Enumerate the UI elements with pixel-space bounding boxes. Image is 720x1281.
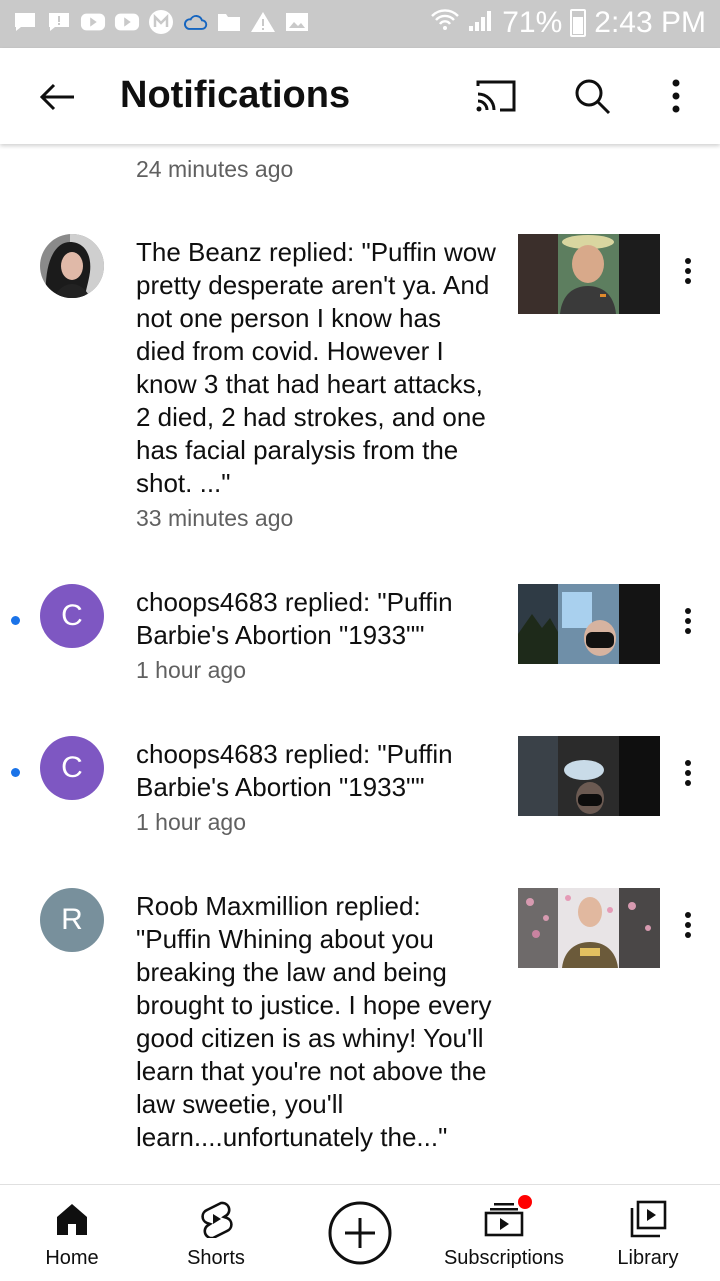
avatar-letter: C — [61, 599, 83, 632]
video-thumbnail[interactable] — [518, 234, 660, 314]
avatar-letter: C — [61, 751, 83, 784]
unread-indicator — [11, 768, 20, 777]
notification-item[interactable]: R Roob Maxmillion replied: "Puffin Whini… — [0, 886, 720, 1184]
notification-item[interactable]: C choops4683 replied: "Puffin Barbie's A… — [0, 582, 720, 702]
more-options-icon[interactable] — [668, 246, 708, 296]
back-arrow-icon[interactable] — [30, 70, 84, 124]
m-icon — [148, 10, 174, 34]
video-thumbnail[interactable] — [518, 584, 660, 664]
cloud-icon — [182, 10, 208, 34]
avatar[interactable] — [40, 234, 104, 298]
nav-library[interactable]: Library — [598, 1185, 698, 1281]
more-vertical-icon[interactable] — [652, 72, 700, 120]
notification-item[interactable]: The Beanz replied: "Puffin wow pretty de… — [0, 232, 720, 562]
alert-chat-icon — [46, 10, 72, 34]
image-icon — [284, 10, 310, 34]
avatar[interactable]: C — [40, 584, 104, 648]
add-icon — [327, 1199, 393, 1267]
video-thumbnail[interactable] — [518, 888, 660, 968]
avatar[interactable]: R — [40, 888, 104, 952]
status-right: 71% 2:43 PM — [430, 6, 706, 40]
more-options-icon[interactable] — [668, 748, 708, 798]
wifi-icon — [430, 6, 460, 40]
nav-home[interactable]: Home — [22, 1185, 122, 1281]
avatar[interactable]: C — [40, 736, 104, 800]
page-title: Notifications — [120, 74, 351, 116]
nav-shorts[interactable]: Shorts — [166, 1185, 266, 1281]
shorts-icon — [199, 1199, 233, 1239]
nav-subscriptions[interactable]: Subscriptions — [434, 1185, 574, 1281]
youtube-icon — [80, 10, 106, 34]
warning-icon — [250, 10, 276, 34]
notification-message: choops4683 replied: "Puffin Barbie's Abo… — [136, 587, 453, 650]
cast-icon[interactable] — [472, 72, 520, 120]
notification-time: 24 minutes ago — [136, 156, 294, 182]
more-options-icon[interactable] — [668, 596, 708, 646]
library-icon — [629, 1199, 667, 1239]
bottom-navigation: Home Shorts Subscriptions Library — [0, 1184, 720, 1281]
nav-label-shorts: Shorts — [187, 1247, 245, 1269]
notification-message: Roob Maxmillion replied: "Puffin Whining… — [136, 891, 492, 1152]
nav-label-library: Library — [617, 1247, 679, 1269]
notification-time: 33 minutes ago — [136, 505, 294, 531]
notification-text: The Beanz replied: "Puffin wow pretty de… — [136, 236, 496, 534]
create-button[interactable] — [310, 1185, 410, 1281]
notification-message: The Beanz replied: "Puffin wow pretty de… — [136, 237, 496, 498]
chat-bubble-icon — [12, 10, 38, 34]
nav-label-subscriptions: Subscriptions — [443, 1247, 565, 1269]
notifications-list: 24 minutes ago The Beanz replied: "Puffi… — [0, 144, 720, 1184]
battery-icon — [570, 9, 587, 37]
notification-message: choops4683 replied: "Puffin Barbie's Abo… — [136, 739, 453, 802]
notification-time: 1 hour ago — [136, 657, 246, 683]
app-bar: Notifications — [0, 48, 720, 144]
youtube-icon — [114, 10, 140, 34]
more-options-icon[interactable] — [668, 900, 708, 950]
status-bar: 71% 2:43 PM — [0, 0, 720, 48]
notification-text: Roob Maxmillion replied: "Puffin Whining… — [136, 890, 496, 1154]
video-thumbnail[interactable] — [518, 736, 660, 816]
battery-percent: 71% — [502, 6, 563, 39]
status-notification-icons — [12, 10, 310, 34]
notification-text: choops4683 replied: "Puffin Barbie's Abo… — [136, 738, 496, 838]
signal-icon — [468, 6, 494, 40]
search-icon[interactable] — [568, 72, 616, 120]
nav-label-home: Home — [45, 1247, 99, 1269]
notification-badge — [516, 1193, 534, 1211]
clock: 2:43 PM — [594, 6, 706, 39]
home-icon — [54, 1199, 90, 1239]
unread-indicator — [11, 616, 20, 625]
folder-icon — [216, 10, 242, 34]
notification-item[interactable]: C choops4683 replied: "Puffin Barbie's A… — [0, 734, 720, 854]
notification-time: 1 hour ago — [136, 809, 246, 835]
subscriptions-icon — [484, 1193, 534, 1239]
notification-text: choops4683 replied: "Puffin Barbie's Abo… — [136, 586, 496, 686]
avatar-letter: R — [61, 903, 83, 936]
